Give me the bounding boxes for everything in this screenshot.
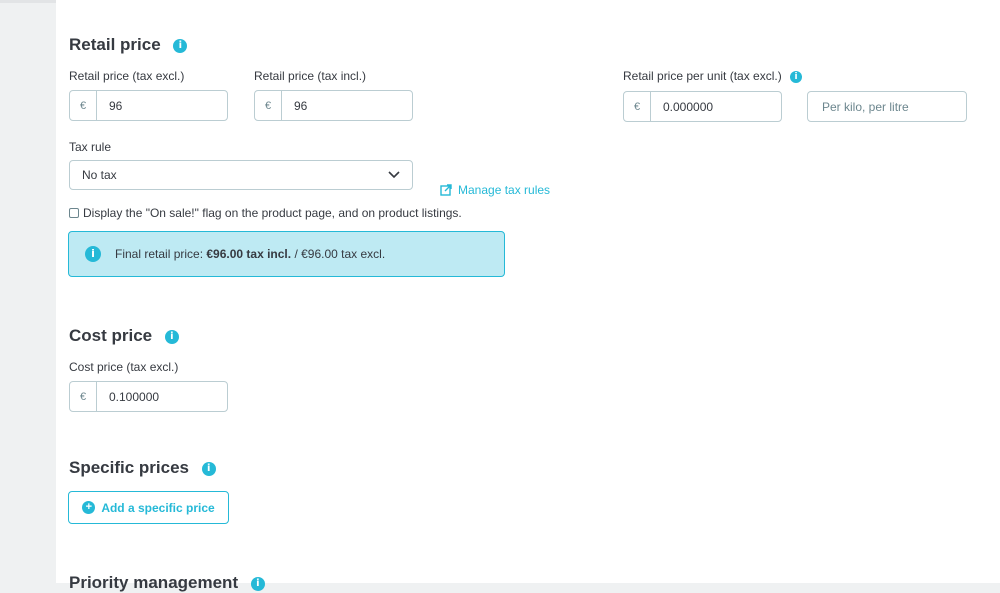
cost-price-heading: Cost price i xyxy=(69,326,179,346)
currency-prefix: € xyxy=(70,382,97,411)
retail-tax-excl-input[interactable] xyxy=(97,91,227,120)
final-price-text: Final retail price: €96.00 tax incl. / €… xyxy=(115,247,385,261)
info-icon[interactable]: i xyxy=(201,461,216,476)
unit-input[interactable] xyxy=(807,91,967,122)
on-sale-row: Display the "On sale!" flag on the produ… xyxy=(69,206,462,220)
on-sale-label: Display the "On sale!" flag on the produ… xyxy=(83,206,462,220)
add-specific-price-label: Add a specific price xyxy=(101,500,215,515)
retail-price-title: Retail price xyxy=(69,35,161,54)
currency-prefix: € xyxy=(255,91,282,120)
retail-tax-incl-label: Retail price (tax incl.) xyxy=(254,69,367,83)
retail-per-unit-label: Retail price per unit (tax excl.) i xyxy=(623,69,803,83)
specific-prices-heading: Specific prices i xyxy=(69,458,216,478)
cost-price-title: Cost price xyxy=(69,326,153,345)
retail-per-unit-group: € xyxy=(623,91,782,122)
plus-circle-icon: + xyxy=(82,501,96,514)
info-icon[interactable]: i xyxy=(790,70,803,83)
chevron-down-icon xyxy=(388,171,400,179)
final-price-excl: / €96.00 tax excl. xyxy=(291,247,386,261)
retail-tax-excl-group: € xyxy=(69,90,228,121)
priority-management-heading: Priority management i xyxy=(69,573,265,593)
tax-rule-selected: No tax xyxy=(82,168,117,182)
info-icon: i xyxy=(85,246,101,262)
retail-per-unit-label-text: Retail price per unit (tax excl.) xyxy=(623,69,782,83)
final-price-alert: i Final retail price: €96.00 tax incl. /… xyxy=(68,231,505,277)
tax-rule-label: Tax rule xyxy=(69,140,112,154)
info-icon[interactable]: i xyxy=(173,38,188,53)
retail-tax-excl-label: Retail price (tax excl.) xyxy=(69,69,185,83)
add-specific-price-button[interactable]: + Add a specific price xyxy=(68,491,229,524)
retail-tax-incl-input[interactable] xyxy=(282,91,412,120)
retail-per-unit-input[interactable] xyxy=(651,92,781,121)
final-price-incl: €96.00 tax incl. xyxy=(206,247,292,261)
external-link-icon xyxy=(440,184,452,196)
manage-tax-rules-link[interactable]: Manage tax rules xyxy=(440,183,550,197)
cost-price-input[interactable] xyxy=(97,382,227,411)
cost-price-label: Cost price (tax excl.) xyxy=(69,360,179,374)
retail-price-heading: Retail price i xyxy=(69,35,188,55)
info-icon[interactable]: i xyxy=(164,329,179,344)
retail-tax-incl-group: € xyxy=(254,90,413,121)
info-icon[interactable]: i xyxy=(250,576,265,591)
manage-tax-rules-text: Manage tax rules xyxy=(458,183,551,197)
currency-prefix: € xyxy=(70,91,97,120)
tax-rule-select[interactable]: No tax xyxy=(69,160,413,190)
currency-prefix: € xyxy=(624,92,651,121)
on-sale-checkbox[interactable] xyxy=(69,208,79,218)
final-price-prefix: Final retail price: xyxy=(115,247,207,261)
cost-price-group: € xyxy=(69,381,228,412)
specific-prices-title: Specific prices xyxy=(69,458,190,477)
